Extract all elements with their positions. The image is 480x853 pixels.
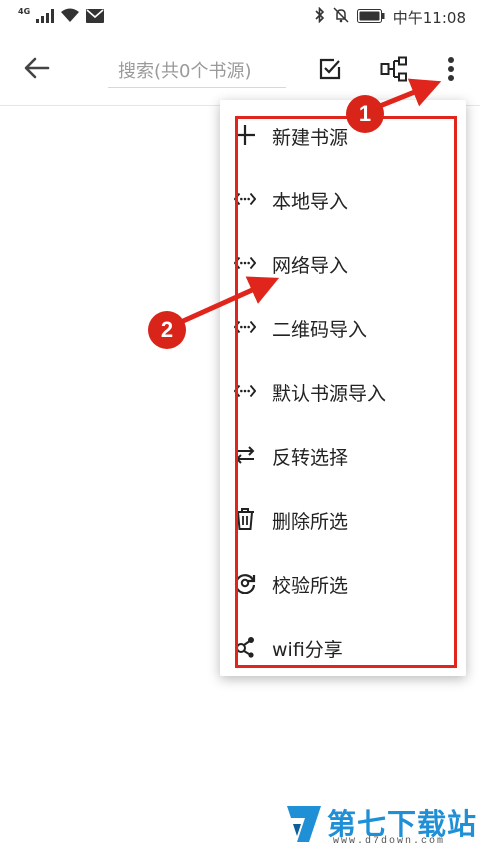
search-input[interactable]: 搜索(共0个书源): [108, 48, 286, 88]
status-bar: 4G 中午11:08: [0, 0, 480, 34]
more-vertical-icon: [447, 56, 455, 86]
mail-icon: [86, 8, 105, 27]
group-button[interactable]: [377, 54, 411, 88]
annotation-badge-1: 1: [346, 95, 384, 133]
tree-structure-icon: [380, 56, 408, 86]
annotation-badge-2: 2: [148, 311, 186, 349]
app-toolbar: 搜索(共0个书源): [0, 34, 480, 106]
clock: 中午11:08: [392, 8, 466, 27]
select-all-button[interactable]: [313, 54, 347, 88]
site-watermark: 第七下载站 www.d7down.com: [285, 800, 476, 850]
logo-icon: [285, 802, 323, 846]
status-left: 4G: [18, 6, 105, 28]
annotation-highlight-box: [235, 116, 457, 668]
watermark-url: www.d7down.com: [333, 836, 446, 847]
back-button[interactable]: [18, 54, 56, 86]
bluetooth-icon: [315, 6, 325, 27]
battery-icon: [356, 8, 385, 27]
status-right: 中午11:08: [315, 6, 466, 28]
mute-icon: [333, 7, 349, 27]
more-options-button[interactable]: [434, 54, 468, 88]
arrow-left-icon: [24, 57, 50, 83]
wifi-icon: [60, 8, 80, 27]
search-placeholder: 搜索(共0个书源): [118, 61, 252, 82]
checkbox-edit-icon: [318, 57, 342, 85]
network-type: 4G: [18, 6, 31, 16]
signal-icon: [36, 8, 55, 27]
